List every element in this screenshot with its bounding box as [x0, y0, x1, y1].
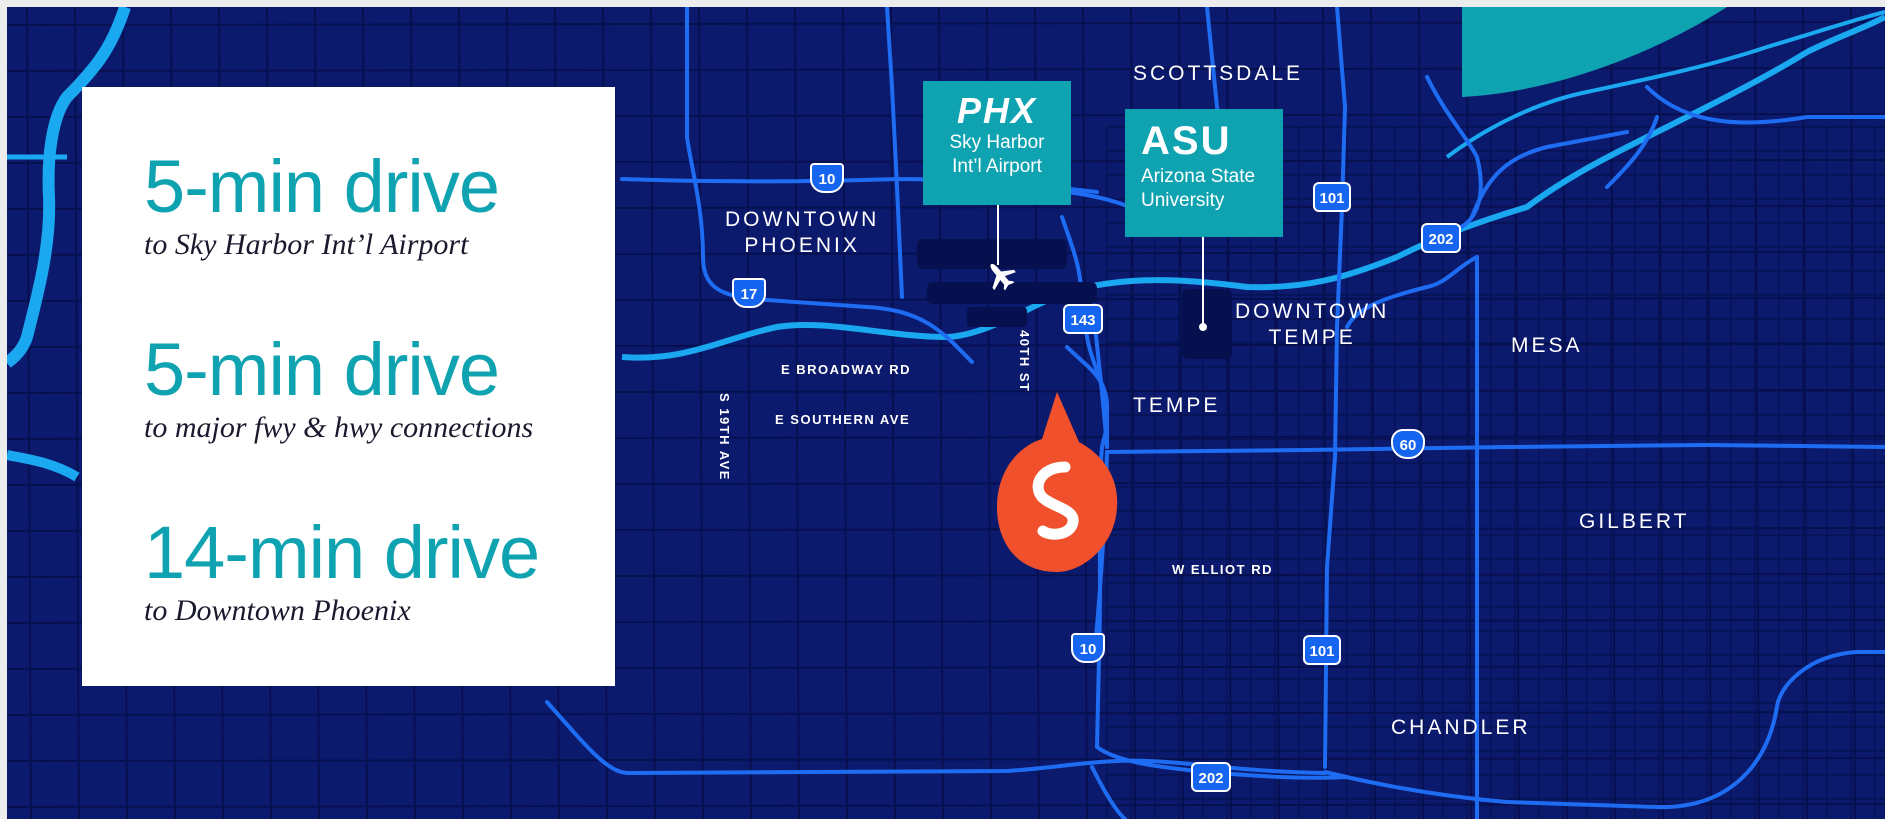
shield-l101-south: 101 [1303, 635, 1341, 665]
drive-times-panel: 5-min drive to Sky Harbor Int’l Airport … [82, 87, 615, 686]
asu-name-line1: Arizona State [1141, 166, 1256, 187]
city-label-downtown-phoenix: DOWNTOWN PHOENIX [725, 207, 879, 259]
shield-i10-north: 10 [810, 163, 844, 193]
street-label-broadway: E BROADWAY RD [781, 362, 912, 377]
street-label-40th: 40TH ST [1017, 330, 1032, 393]
downtown-tempe-line1: DOWNTOWN [1235, 300, 1390, 323]
downtown-phoenix-line2: PHOENIX [744, 234, 860, 257]
city-label-mesa: MESA [1511, 334, 1583, 357]
downtown-phoenix-line1: DOWNTOWN [725, 208, 880, 231]
asu-poi-card[interactable]: ASU Arizona State University [1125, 109, 1283, 237]
downtown-tempe-line2: TEMPE [1268, 326, 1356, 349]
drive-desc-airport: to Sky Harbor Int’l Airport [144, 228, 469, 261]
city-label-gilbert: GILBERT [1579, 510, 1690, 533]
shield-l202-east: 202 [1421, 223, 1461, 253]
shield-l101-north: 101 [1313, 182, 1351, 212]
drive-desc-freeway: to major fwy & hwy connections [144, 411, 534, 444]
shield-us60: 60 [1391, 429, 1425, 459]
shield-i10-south: 10 [1071, 633, 1105, 663]
phx-logo: PHX [956, 90, 1038, 131]
airport-name-line2: Int’l Airport [952, 156, 1042, 177]
city-label-scottsdale: SCOTTSDALE [1133, 62, 1304, 85]
city-label-tempe: TEMPE [1133, 394, 1221, 417]
street-label-elliot: W ELLIOT RD [1172, 562, 1273, 577]
city-label-chandler: CHANDLER [1391, 716, 1531, 739]
street-label-s19th: S 19TH AVE [717, 393, 732, 481]
airport-poi-card[interactable]: PHX Sky Harbor Int’l Airport [923, 81, 1071, 205]
street-label-southern: E SOUTHERN AVE [775, 412, 911, 427]
drive-desc-downtown: to Downtown Phoenix [144, 594, 411, 627]
drive-time-freeway: 5-min drive [144, 328, 500, 411]
shield-sr143: 143 [1063, 304, 1103, 334]
asu-name-line2: University [1141, 190, 1225, 211]
shield-l202-south: 202 [1191, 762, 1231, 792]
shield-i17: 17 [732, 278, 766, 308]
map-frame: PHX Sky Harbor Int’l Airport ASU Arizona… [7, 7, 1885, 819]
drive-time-airport: 5-min drive [144, 145, 500, 228]
drive-time-downtown: 14-min drive [144, 511, 540, 594]
asu-logo: ASU [1141, 119, 1232, 163]
airport-name-line1: Sky Harbor [949, 132, 1045, 153]
city-label-downtown-tempe: DOWNTOWN TEMPE [1235, 299, 1389, 351]
asu-location-dot [1199, 323, 1207, 331]
